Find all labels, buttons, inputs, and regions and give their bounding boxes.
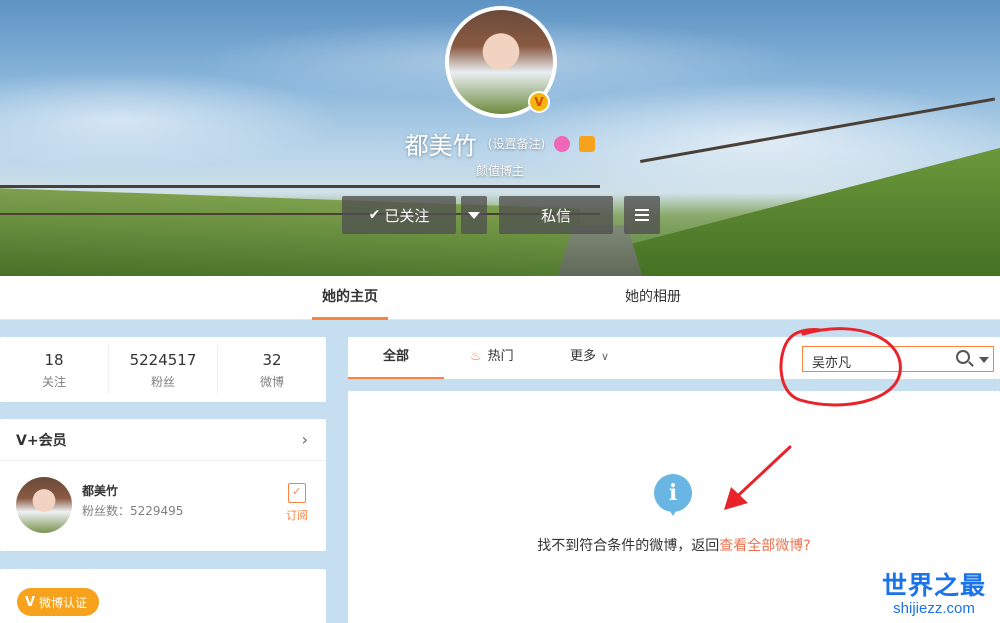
feed-tab-hot[interactable]: ♨ 热门 bbox=[470, 337, 514, 379]
more-menu-button[interactable] bbox=[624, 196, 660, 234]
empty-message: 找不到符合条件的微博，返回查看全部微博? bbox=[348, 535, 1000, 555]
watermark-url: shijiezz.com bbox=[893, 600, 975, 617]
vplus-header[interactable]: V+会员 › bbox=[0, 419, 326, 461]
vplus-avatar[interactable] bbox=[16, 477, 72, 533]
subscribe-button[interactable]: 订阅 bbox=[282, 483, 312, 523]
menu-icon-line bbox=[635, 209, 649, 211]
feed-tab-more[interactable]: 更多 ∨ bbox=[570, 337, 609, 379]
v-icon: V bbox=[25, 594, 36, 610]
stats-card: 18 关注 5224517 粉丝 32 微博 bbox=[0, 337, 326, 402]
stat-number: 5224517 bbox=[129, 351, 197, 369]
stat-following[interactable]: 18 关注 bbox=[0, 345, 109, 394]
profile-name: 都美竹 bbox=[404, 132, 477, 160]
stat-number: 18 bbox=[44, 351, 64, 369]
feed-filter-bar: 全部 ♨ 热门 更多 ∨ 吴亦凡 bbox=[348, 337, 1000, 379]
check-icon: ✔ bbox=[368, 207, 381, 223]
set-remark-link[interactable]: (设置备注) bbox=[488, 137, 545, 151]
search-value: 吴亦凡 bbox=[812, 356, 852, 371]
followed-button[interactable]: ✔ 已关注 bbox=[342, 196, 456, 234]
weibo-verify-badge[interactable]: V 微博认证 bbox=[17, 588, 100, 616]
caret-down-icon bbox=[468, 211, 480, 219]
menu-icon-line bbox=[635, 219, 649, 221]
message-button[interactable]: 私信 bbox=[499, 196, 613, 234]
view-all-posts-link[interactable]: 查看全部微博? bbox=[719, 538, 810, 554]
profile-subtitle: 颜值博主 bbox=[475, 164, 524, 178]
stat-number: 32 bbox=[262, 351, 282, 369]
subscribe-icon bbox=[288, 483, 306, 503]
more-label: 更多 bbox=[570, 349, 597, 364]
site-watermark: 世界之最 shijiezz.com bbox=[874, 566, 994, 617]
search-dropdown-icon[interactable] bbox=[979, 357, 989, 363]
vplus-name[interactable]: 都美竹 bbox=[82, 482, 118, 499]
chevron-right-icon: › bbox=[301, 430, 308, 449]
verify-card: V 微博认证 bbox=[0, 569, 326, 623]
tab-her-home[interactable]: 她的主页 bbox=[312, 276, 388, 320]
stat-label: 微博 bbox=[259, 375, 284, 389]
verify-label: 微博认证 bbox=[39, 595, 88, 610]
chevron-down-icon: ∨ bbox=[601, 350, 610, 363]
menu-icon-line bbox=[635, 214, 649, 216]
hot-label: 热门 bbox=[487, 349, 514, 364]
vplus-title: V+会员 bbox=[16, 432, 67, 449]
feed-search-input[interactable]: 吴亦凡 bbox=[802, 346, 994, 372]
level-icon[interactable] bbox=[579, 135, 596, 152]
tab-her-album[interactable]: 她的相册 bbox=[608, 276, 698, 320]
followed-label: 已关注 bbox=[384, 206, 430, 225]
vplus-body: 都美竹 粉丝数：5229495 订阅 bbox=[0, 461, 326, 551]
profile-name-row: 都美竹 (设置备注) bbox=[0, 126, 1000, 161]
stat-label: 粉丝 bbox=[150, 375, 175, 389]
feed-tab-all[interactable]: 全部 bbox=[348, 337, 444, 379]
vplus-card: V+会员 › 都美竹 粉丝数：5229495 订阅 bbox=[0, 419, 326, 551]
empty-text: 找不到符合条件的微博，返回 bbox=[537, 538, 720, 554]
info-icon: i bbox=[654, 474, 692, 516]
search-icon[interactable] bbox=[956, 350, 970, 364]
watermark-title: 世界之最 bbox=[881, 572, 986, 600]
fire-icon: ♨ bbox=[470, 349, 482, 364]
profile-tab-bar: 她的主页 她的相册 bbox=[0, 276, 1000, 320]
verified-badge-icon: V bbox=[528, 91, 550, 113]
follow-dropdown-button[interactable] bbox=[461, 196, 487, 234]
vplus-fans-count: 粉丝数：5229495 bbox=[82, 504, 184, 518]
subscribe-label: 订阅 bbox=[286, 509, 308, 522]
stat-label: 关注 bbox=[41, 375, 66, 389]
stat-fans[interactable]: 5224517 粉丝 bbox=[109, 345, 218, 394]
member-icon[interactable] bbox=[554, 135, 571, 152]
stat-posts[interactable]: 32 微博 bbox=[218, 345, 326, 394]
